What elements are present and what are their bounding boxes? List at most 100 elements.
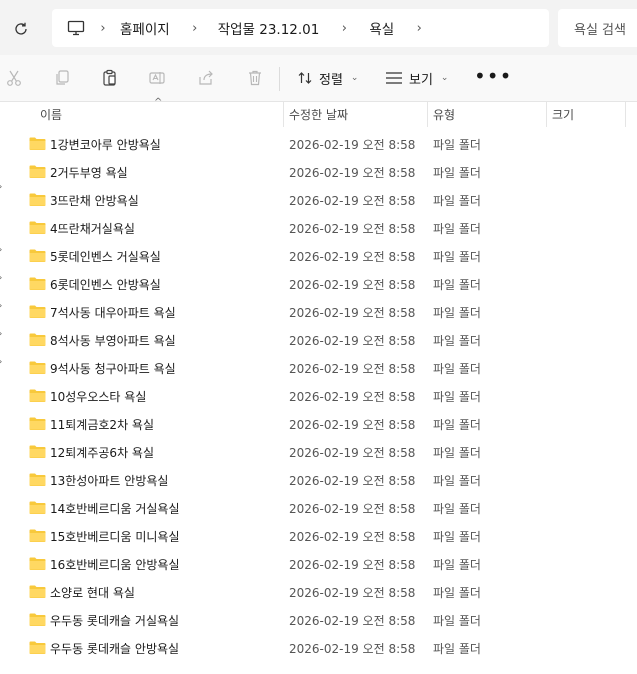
folder-icon [29, 221, 46, 234]
folder-icon [29, 417, 46, 430]
file-date: 2026-02-19 오전 8:58 [289, 642, 416, 656]
chevron-right-icon[interactable]: › [182, 21, 208, 36]
file-row[interactable]: 14호반베르디움 거실욕실 2026-02-19 오전 8:58 파일 폴더 [0, 494, 637, 522]
breadcrumb-item-bathroom[interactable]: 욕실 [365, 18, 398, 38]
file-row[interactable]: 우두동 롯데캐슬 거실욕실 2026-02-19 오전 8:58 파일 폴더 [0, 606, 637, 634]
folder-icon [29, 529, 46, 542]
file-row[interactable]: 15호반베르디움 미니욕실 2026-02-19 오전 8:58 파일 폴더 [0, 522, 637, 550]
view-button[interactable]: 보기 ⌄ [385, 66, 448, 90]
file-type: 파일 폴더 [433, 250, 481, 264]
column-header-name[interactable]: 이름 [40, 106, 62, 123]
search-placeholder: 욕실 검색 [574, 22, 626, 38]
file-type: 파일 폴더 [433, 194, 481, 208]
file-name[interactable]: 5롯데인벤스 거실욕실 [50, 248, 161, 265]
column-header-date[interactable]: 수정한 날짜 [289, 106, 348, 123]
file-name[interactable]: 소양로 현대 욕실 [50, 584, 135, 601]
file-name[interactable]: 6롯데인벤스 안방욕실 [50, 276, 161, 293]
folder-icon [29, 613, 46, 626]
file-name[interactable]: 15호반베르디움 미니욕실 [50, 528, 180, 545]
breadcrumb-item-work[interactable]: 작업물 23.12.01 [214, 18, 324, 38]
file-row[interactable]: 12퇴계주공6차 욕실 2026-02-19 오전 8:58 파일 폴더 [0, 438, 637, 466]
column-divider[interactable] [546, 101, 547, 127]
file-type: 파일 폴더 [433, 138, 481, 152]
file-row[interactable]: 우두동 롯데캐슬 안방욕실 2026-02-19 오전 8:58 파일 폴더 [0, 634, 637, 662]
column-divider[interactable] [427, 101, 428, 127]
folder-icon [29, 277, 46, 290]
file-name[interactable]: 1강변코아루 안방욕실 [50, 136, 161, 153]
chevron-right-icon[interactable]: › [406, 21, 432, 36]
file-date: 2026-02-19 오전 8:58 [289, 334, 416, 348]
file-date: 2026-02-19 오전 8:58 [289, 502, 416, 516]
column-header-size[interactable]: 크기 [552, 106, 574, 123]
file-type: 파일 폴더 [433, 502, 481, 516]
folder-icon [29, 557, 46, 570]
column-header-type[interactable]: 유형 [433, 106, 455, 123]
file-type: 파일 폴더 [433, 362, 481, 376]
file-row[interactable]: 소양로 현대 욕실 2026-02-19 오전 8:58 파일 폴더 [0, 578, 637, 606]
rename-icon[interactable] [147, 68, 167, 88]
chevron-right-icon[interactable]: › [90, 21, 116, 36]
file-date: 2026-02-19 오전 8:58 [289, 194, 416, 208]
more-options-icon[interactable]: ••• [474, 66, 512, 86]
sort-button[interactable]: 정렬 ⌄ [297, 66, 358, 90]
copy-icon[interactable] [52, 68, 72, 88]
address-bar: › 홈페이지 › 작업물 23.12.01 › 욕실 › 욕실 검색 [0, 0, 637, 55]
file-date: 2026-02-19 오전 8:58 [289, 418, 416, 432]
file-date: 2026-02-19 오전 8:58 [289, 614, 416, 628]
file-name[interactable]: 2거두부영 욕실 [50, 164, 128, 181]
file-date: 2026-02-19 오전 8:58 [289, 558, 416, 572]
file-row[interactable]: 16호반베르디움 안방욕실 2026-02-19 오전 8:58 파일 폴더 [0, 550, 637, 578]
file-name[interactable]: 11퇴계금호2차 욕실 [50, 416, 154, 433]
column-divider[interactable] [625, 101, 626, 127]
file-name[interactable]: 3뜨란채 안방욕실 [50, 192, 139, 209]
breadcrumb[interactable]: › 홈페이지 › 작업물 23.12.01 › 욕실 › [52, 9, 549, 47]
file-name[interactable]: 우두동 롯데캐슬 거실욕실 [50, 612, 179, 629]
sort-icon [298, 72, 312, 84]
file-row[interactable]: 7석사동 대우아파트 욕실 2026-02-19 오전 8:58 파일 폴더 [0, 298, 637, 326]
file-row[interactable]: 13한성아파트 안방욕실 2026-02-19 오전 8:58 파일 폴더 [0, 466, 637, 494]
chevron-right-icon[interactable]: › [331, 21, 357, 36]
file-name[interactable]: 8석사동 부영아파트 욕실 [50, 332, 176, 349]
file-name[interactable]: 13한성아파트 안방욕실 [50, 472, 168, 489]
folder-icon [29, 137, 46, 150]
file-row[interactable]: 11퇴계금호2차 욕실 2026-02-19 오전 8:58 파일 폴더 [0, 410, 637, 438]
file-name[interactable]: 16호반베르디움 안방욕실 [50, 556, 180, 573]
delete-icon[interactable] [245, 68, 265, 88]
file-row[interactable]: 9석사동 청구아파트 욕실 2026-02-19 오전 8:58 파일 폴더 [0, 354, 637, 382]
file-row[interactable]: 3뜨란채 안방욕실 2026-02-19 오전 8:58 파일 폴더 [0, 186, 637, 214]
file-row[interactable]: 1강변코아루 안방욕실 2026-02-19 오전 8:58 파일 폴더 [0, 130, 637, 158]
file-date: 2026-02-19 오전 8:58 [289, 446, 416, 460]
file-row[interactable]: 6롯데인벤스 안방욕실 2026-02-19 오전 8:58 파일 폴더 [0, 270, 637, 298]
pc-icon[interactable] [62, 20, 90, 36]
search-input[interactable]: 욕실 검색 [558, 9, 637, 47]
paste-icon[interactable] [100, 68, 120, 88]
sort-ascending-icon: ^ [154, 97, 163, 108]
file-name[interactable]: 9석사동 청구아파트 욕실 [50, 360, 176, 377]
file-name[interactable]: 7석사동 대우아파트 욕실 [50, 304, 176, 321]
file-date: 2026-02-19 오전 8:58 [289, 278, 416, 292]
file-name[interactable]: 우두동 롯데캐슬 안방욕실 [50, 640, 179, 657]
refresh-icon [15, 22, 27, 35]
file-name[interactable]: 14호반베르디움 거실욕실 [50, 500, 180, 517]
file-type: 파일 폴더 [433, 614, 481, 628]
file-name[interactable]: 10성우오스타 욕실 [50, 388, 146, 405]
folder-icon [29, 333, 46, 346]
file-name[interactable]: 12퇴계주공6차 욕실 [50, 444, 154, 461]
file-name[interactable]: 4뜨란채거실욕실 [50, 220, 135, 237]
file-row[interactable]: 4뜨란채거실욕실 2026-02-19 오전 8:58 파일 폴더 [0, 214, 637, 242]
share-icon[interactable] [196, 68, 216, 88]
file-type: 파일 폴더 [433, 390, 481, 404]
breadcrumb-item-home[interactable]: 홈페이지 [116, 18, 174, 38]
folder-icon [29, 473, 46, 486]
file-row[interactable]: 10성우오스타 욕실 2026-02-19 오전 8:58 파일 폴더 [0, 382, 637, 410]
folder-icon [29, 501, 46, 514]
folder-icon [29, 165, 46, 178]
file-date: 2026-02-19 오전 8:58 [289, 362, 416, 376]
file-row[interactable]: 2거두부영 욕실 2026-02-19 오전 8:58 파일 폴더 [0, 158, 637, 186]
file-date: 2026-02-19 오전 8:58 [289, 250, 416, 264]
column-divider[interactable] [283, 101, 284, 127]
file-row[interactable]: 8석사동 부영아파트 욕실 2026-02-19 오전 8:58 파일 폴더 [0, 326, 637, 354]
cut-icon[interactable] [4, 68, 24, 88]
refresh-button[interactable] [8, 16, 34, 42]
file-row[interactable]: 5롯데인벤스 거실욕실 2026-02-19 오전 8:58 파일 폴더 [0, 242, 637, 270]
